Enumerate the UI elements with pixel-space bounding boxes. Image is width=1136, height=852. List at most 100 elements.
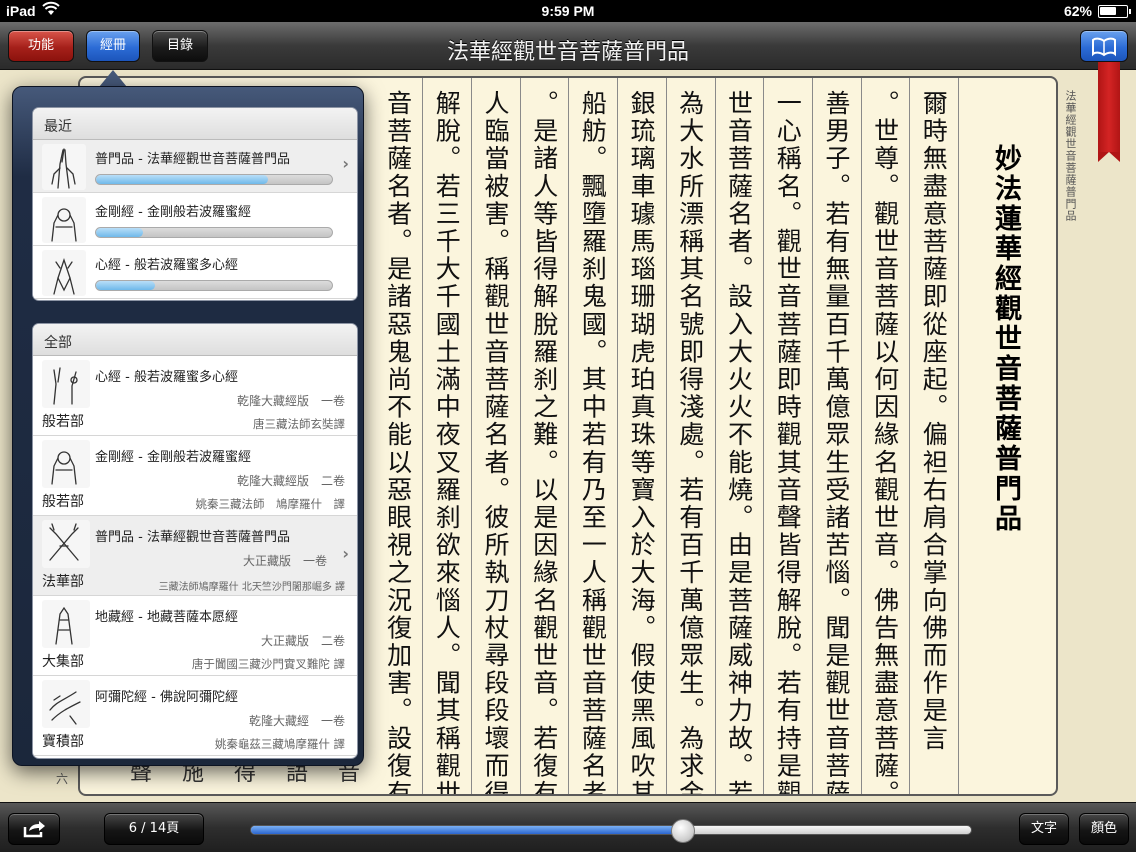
recent-item-title: 普門品 - 法華經觀世音菩薩普門品 bbox=[95, 152, 290, 167]
sutra-category: 般若部 bbox=[42, 414, 84, 430]
app-root: iPad 9:59 PM 62% 功能 經冊 目錄 法華經觀世音菩薩普門品 法華… bbox=[0, 0, 1136, 852]
reading-progress-bar bbox=[95, 174, 333, 185]
reading-progress-fill bbox=[96, 228, 144, 237]
sutra-edition: 乾隆大藏經版 一卷 bbox=[236, 394, 345, 408]
sutra-category: 法華部 bbox=[42, 574, 84, 590]
sutra-list-button[interactable]: 經冊 bbox=[86, 30, 140, 62]
recent-group: 最近 普門品 - 法華經觀世音菩薩普門品 › 金剛經 - 金剛般若波羅蜜經心經 - … bbox=[32, 107, 358, 301]
sutra-column: 善男子。若有無量百千萬億眾生受諸苦惱。聞是觀世音菩薩 bbox=[821, 90, 851, 796]
column-rule bbox=[909, 78, 911, 794]
sutra-translator: 姚秦龜茲三藏鳩摩羅什 譯 bbox=[214, 737, 345, 751]
open-book-icon bbox=[1091, 37, 1117, 61]
share-icon bbox=[21, 821, 47, 843]
sutra-list-item[interactable]: 般若部 金剛經 - 金剛般若波羅蜜經乾隆大藏經版 二卷姚秦三藏法師 鳩摩羅什 譯 bbox=[33, 436, 357, 516]
sutra-category: 般若部 bbox=[42, 494, 84, 510]
column-rule bbox=[714, 78, 716, 794]
sutra-column: 。是諸人等皆得解脫羅刹之難。以是因緣名觀世音。若復有 bbox=[529, 90, 559, 796]
sutra-column: 銀琉璃車璩馬瑙珊瑚虎珀真珠等寶入於大海。假使黑風吹其 bbox=[627, 90, 657, 796]
teaching-hands-icon bbox=[42, 360, 90, 408]
column-rule bbox=[422, 78, 424, 794]
crossed-hands-icon bbox=[42, 520, 90, 568]
recent-item[interactable]: 金剛經 - 金剛般若波羅蜜經 bbox=[33, 193, 357, 246]
all-group: 全部 般若部 心經 - 般若波羅蜜多心經 乾隆大藏經版 一卷 唐三藏法師玄奘譯 般若部金… bbox=[32, 323, 358, 759]
sutra-column: 音菩薩名者。是諸惡鬼尚不能以惡眼視之況復加害。設復有 bbox=[383, 90, 413, 796]
sutra-column: 世音菩薩名者。設入大火火不能燒。由是菩薩威神力故。若 bbox=[724, 90, 754, 796]
status-bar: iPad 9:59 PM 62% bbox=[0, 0, 1136, 22]
column-rule bbox=[519, 78, 521, 794]
sutra-column: 一心稱名。觀世音菩薩即時觀其音聲皆得解脫。若有持是觀 bbox=[773, 90, 803, 796]
sutra-popover: 最近 普門品 - 法華經觀世音菩薩普門品 › 金剛經 - 金剛般若波羅蜜經 心經 - … bbox=[12, 86, 364, 766]
mudra-hands-icon bbox=[42, 197, 86, 243]
sutra-column: 解脫。若三千大千國土滿中夜叉羅刹欲來惱人。聞其稱觀世 bbox=[432, 90, 462, 796]
sutra-column: 。世尊。觀世音菩薩以何因緣名觀世音。佛告無盡意菩薩。 bbox=[870, 90, 900, 796]
page-slider-knob[interactable] bbox=[671, 819, 695, 843]
recent-item[interactable]: 普門品 - 法華經觀世音菩薩普門品 › bbox=[33, 140, 357, 193]
battery-percent: 62% bbox=[1063, 3, 1092, 19]
sutra-edition: 乾隆大藏經 一卷 bbox=[248, 714, 345, 728]
sutra-column: 人臨當被害。稱觀世音菩薩名者。彼所執刀杖尋段段壞而得 bbox=[481, 90, 510, 796]
sutra-list-item[interactable]: 寶積部 阿彌陀經 - 佛說阿彌陀經 乾隆大藏經 一卷姚秦龜茲三藏鳩摩羅什 譯 bbox=[33, 676, 357, 756]
sutra-translator: 唐于闐國三藏沙門實叉難陀 譯 bbox=[191, 657, 345, 671]
toc-button[interactable]: 目錄 bbox=[152, 30, 208, 62]
text-settings-button[interactable]: 文字 bbox=[1019, 813, 1069, 845]
reading-progress-fill bbox=[96, 281, 155, 290]
page-slider-fill bbox=[251, 826, 683, 834]
offering-hands-icon bbox=[42, 680, 90, 728]
mudra-hands-icon bbox=[42, 440, 90, 488]
reading-progress-bar bbox=[95, 227, 333, 238]
chevron-right-icon: › bbox=[342, 154, 349, 173]
sutra-translator: 三藏法師鳩摩羅什 北天竺沙門闍那崛多 譯 bbox=[158, 582, 345, 593]
sutra-edition: 大正藏版 一卷 bbox=[242, 554, 327, 568]
sutra-edition: 乾隆大藏經版 二卷 bbox=[236, 474, 345, 488]
recent-header: 最近 bbox=[33, 108, 357, 140]
bookmark-ribbon[interactable] bbox=[1098, 62, 1120, 162]
recent-item-title: 心經 - 般若波羅蜜多心經 bbox=[95, 258, 238, 273]
column-rule bbox=[665, 78, 667, 794]
share-button[interactable] bbox=[8, 813, 60, 845]
sutra-column: 爾時無盡意菩薩即從座起。偏袒右肩合掌向佛而作是言 bbox=[919, 90, 949, 753]
column-rule bbox=[763, 78, 765, 794]
status-time: 9:59 PM bbox=[541, 3, 595, 19]
page-heading: 妙法蓮華經觀世音菩薩普門品 bbox=[990, 144, 1021, 534]
document-title: 法華經觀世音菩薩普門品 bbox=[446, 40, 689, 65]
joined-hands-icon bbox=[42, 600, 90, 648]
function-button[interactable]: 功能 bbox=[8, 30, 74, 62]
sutra-category: 大集部 bbox=[42, 654, 84, 670]
sutra-list-item[interactable]: 法華部 普門品 - 法華經觀世音菩薩普門品 › 大正藏版 一卷三藏法師鳩摩羅什 北天竺… bbox=[33, 516, 357, 596]
all-header: 全部 bbox=[33, 324, 357, 356]
chevron-right-icon: › bbox=[342, 544, 349, 563]
page-indicator[interactable]: 6 / 14頁 bbox=[104, 813, 204, 845]
sutra-title: 地藏經 - 地藏菩薩本愿經 bbox=[95, 610, 238, 625]
lotus-hands-icon bbox=[42, 250, 86, 296]
top-toolbar: 功能 經冊 目錄 法華經觀世音菩薩普門品 bbox=[0, 22, 1136, 70]
color-settings-button[interactable]: 顏色 bbox=[1079, 813, 1129, 845]
sutra-translator: 唐三藏法師玄奘譯 bbox=[253, 417, 345, 431]
sutra-edition: 大正藏版 二卷 bbox=[260, 634, 345, 648]
column-rule bbox=[860, 78, 862, 794]
column-rule bbox=[568, 78, 570, 794]
peek-page-number: 六 bbox=[56, 772, 69, 786]
popover-arrow bbox=[99, 70, 127, 87]
reading-progress-bar bbox=[95, 280, 333, 291]
bookmark-button[interactable] bbox=[1080, 30, 1128, 62]
page-slider[interactable] bbox=[250, 819, 972, 843]
sutra-list-item[interactable]: 般若部 心經 - 般若波羅蜜多心經乾隆大藏經版 一卷唐三藏法師玄奘譯 bbox=[33, 356, 357, 436]
praying-hands-icon bbox=[42, 144, 86, 190]
reading-progress-fill bbox=[96, 175, 269, 184]
column-rule bbox=[471, 78, 472, 794]
sutra-category: 寶積部 bbox=[42, 734, 84, 750]
column-rule bbox=[811, 78, 813, 794]
sutra-title: 心經 - 般若波羅蜜多心經 bbox=[95, 370, 238, 385]
page-side-label: 法華經觀世音菩薩普門品 bbox=[1064, 90, 1077, 222]
sutra-column: 船舫。飄墮羅刹鬼國。其中若有乃至一人稱觀世音菩薩名者 bbox=[578, 90, 608, 796]
bottom-toolbar: 6 / 14頁 文字 顏色 bbox=[0, 802, 1136, 852]
sutra-column: 為大水所漂稱其名號即得淺處。若有百千萬億眾生。為求金 bbox=[675, 90, 705, 796]
column-rule bbox=[617, 78, 619, 794]
sutra-title: 金剛經 - 金剛般若波羅蜜經 bbox=[95, 450, 251, 465]
recent-item[interactable]: 心經 - 般若波羅蜜多心經 bbox=[33, 246, 357, 299]
sutra-translator: 姚秦三藏法師 鳩摩羅什 譯 bbox=[195, 497, 346, 511]
sutra-title: 阿彌陀經 - 佛說阿彌陀經 bbox=[95, 690, 238, 705]
sutra-list-item[interactable]: 大集部 地藏經 - 地藏菩薩本愿經大正藏版 二卷唐于闐國三藏沙門實叉難陀 譯 bbox=[33, 596, 357, 676]
sutra-title: 普門品 - 法華經觀世音菩薩普門品 bbox=[95, 530, 290, 545]
battery-icon bbox=[1098, 5, 1131, 18]
